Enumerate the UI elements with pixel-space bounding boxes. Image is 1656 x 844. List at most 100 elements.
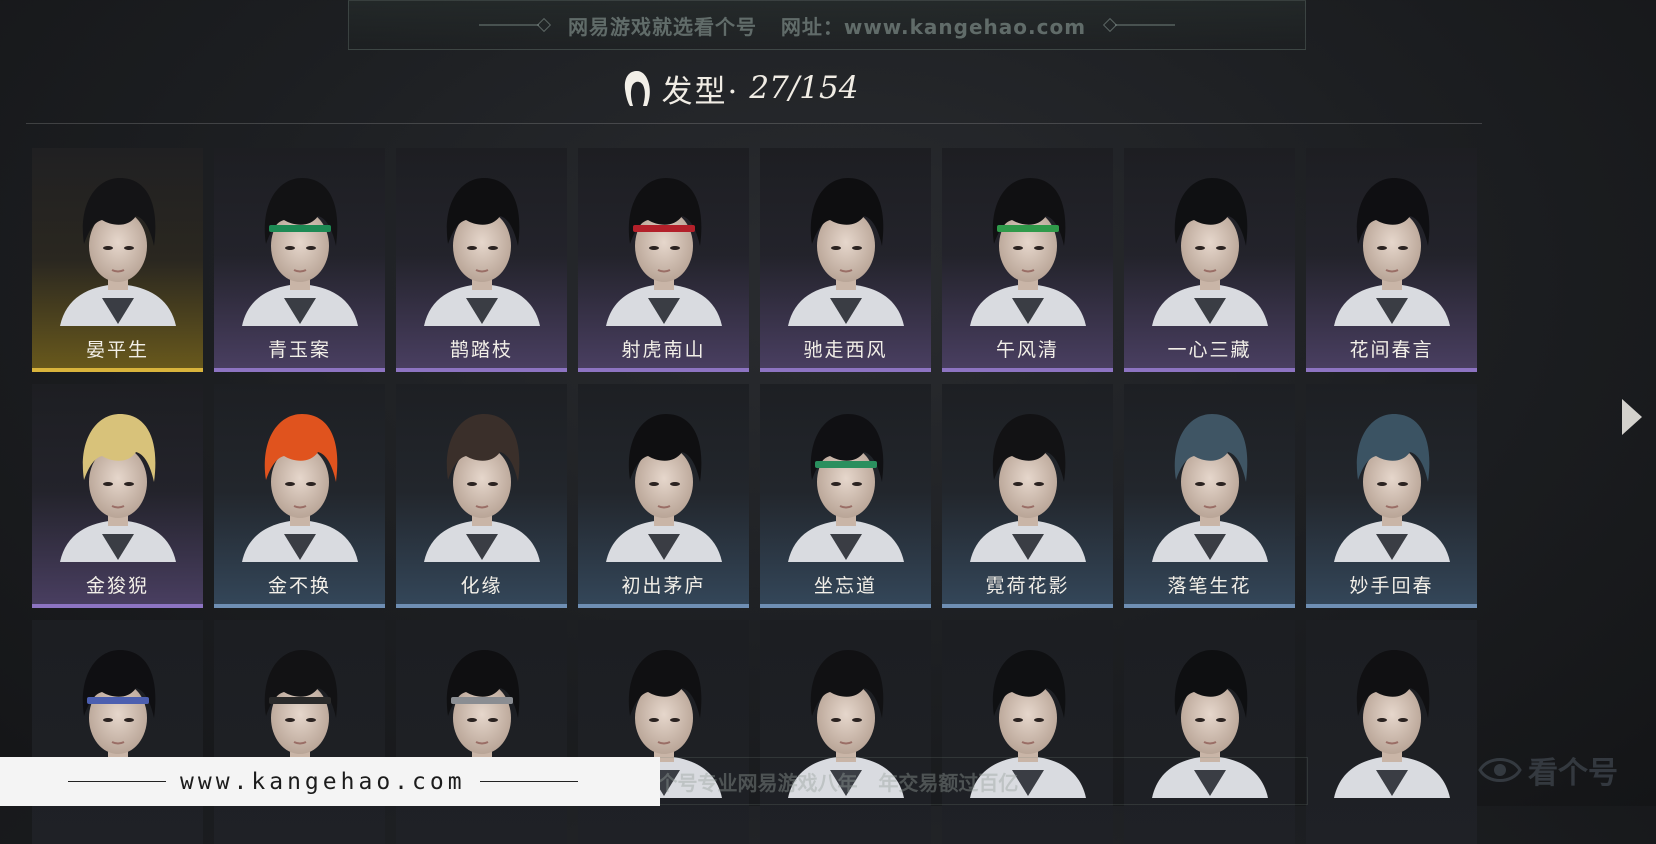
logo-text: 看个号 — [1528, 756, 1618, 791]
brand-logo: 看个号 — [1478, 745, 1648, 795]
character-portrait — [1334, 178, 1450, 326]
character-portrait — [424, 414, 540, 562]
hairstyle-card[interactable] — [32, 620, 203, 844]
rarity-bar — [1124, 840, 1295, 844]
character-portrait — [60, 178, 176, 326]
next-page-button[interactable] — [1618, 395, 1646, 439]
hairstyle-card[interactable] — [214, 620, 385, 844]
banner-ornament-left — [479, 24, 539, 26]
hairstyle-card[interactable]: 青玉案 — [214, 148, 385, 372]
hairstyle-name: 驰走西风 — [803, 339, 888, 361]
watermark-banner: 网易游戏就选看个号 网址：www.kangehao.com — [348, 0, 1306, 50]
hairstyle-card[interactable] — [942, 620, 1113, 844]
character-portrait — [788, 650, 904, 798]
hairstyle-name: 射虎南山 — [621, 339, 706, 361]
hairstyle-card[interactable]: 花间春言 — [1306, 148, 1477, 372]
rarity-bar — [760, 604, 931, 608]
character-portrait — [970, 178, 1086, 326]
hairstyle-card[interactable] — [760, 620, 931, 844]
hairstyle-card[interactable]: 一心三藏 — [1124, 148, 1295, 372]
hairstyle-name: 晏平生 — [85, 339, 149, 361]
hairstyle-name: 坐忘道 — [813, 575, 877, 597]
rarity-bar — [942, 604, 1113, 608]
rarity-bar — [214, 604, 385, 608]
character-portrait — [606, 414, 722, 562]
hairstyle-name: 落笔生花 — [1167, 575, 1252, 597]
character-portrait — [788, 414, 904, 562]
hairstyle-card[interactable] — [1124, 620, 1295, 844]
rarity-bar — [578, 368, 749, 372]
hairstyle-name: 妙手回春 — [1349, 575, 1434, 597]
hairstyle-name: 花间春言 — [1349, 339, 1434, 361]
character-portrait — [1334, 414, 1450, 562]
hairstyle-card[interactable]: 晏平生 — [32, 148, 203, 372]
page-title: 发型· 27/154 — [0, 64, 1480, 112]
rarity-bar — [942, 368, 1113, 372]
banner-text: 网易游戏就选看个号 网址：www.kangehao.com — [567, 14, 1087, 39]
character-portrait — [1152, 650, 1268, 798]
hairstyle-name: 鹊踏枝 — [449, 339, 513, 361]
title-divider — [26, 123, 1482, 124]
character-portrait — [1152, 178, 1268, 326]
rarity-bar — [32, 368, 203, 372]
hairstyle-card[interactable]: 化缘 — [396, 384, 567, 608]
rarity-bar — [1306, 840, 1477, 844]
rarity-bar — [1306, 368, 1477, 372]
hairstyle-card[interactable]: 驰走西风 — [760, 148, 931, 372]
hairstyle-card[interactable]: 射虎南山 — [578, 148, 749, 372]
hairstyle-name: 金不换 — [267, 575, 331, 597]
hairstyle-name: 一心三藏 — [1167, 339, 1252, 361]
rarity-bar — [760, 840, 931, 844]
footer-url: www.kangehao.com — [180, 768, 466, 795]
banner-diamond-left — [536, 17, 552, 33]
hairstyle-card[interactable] — [396, 620, 567, 844]
hairstyle-card[interactable]: 鹊踏枝 — [396, 148, 567, 372]
footer-line-right — [479, 780, 578, 783]
hairstyle-card[interactable]: 金不换 — [214, 384, 385, 608]
character-portrait — [242, 414, 358, 562]
hairstyle-count: 27/154 — [749, 70, 859, 106]
footer-line-left — [68, 780, 166, 783]
hairstyle-card[interactable]: 霓荷花影 — [942, 384, 1113, 608]
hairstyle-name: 霓荷花影 — [985, 575, 1070, 597]
rarity-bar — [214, 368, 385, 372]
hairstyle-name: 青玉案 — [267, 339, 331, 361]
hairstyle-name: 金狻猊 — [85, 575, 149, 597]
character-portrait — [242, 178, 358, 326]
character-portrait — [1334, 650, 1450, 798]
hairstyle-card[interactable]: 妙手回春 — [1306, 384, 1477, 608]
footer-url-strip: www.kangehao.com — [0, 757, 660, 806]
rarity-bar — [32, 604, 203, 608]
character-portrait — [970, 414, 1086, 562]
hairstyle-name: 初出茅庐 — [621, 575, 706, 597]
banner-ornament-right — [1115, 24, 1175, 26]
character-portrait — [788, 178, 904, 326]
rarity-bar — [396, 368, 567, 372]
character-portrait — [1152, 414, 1268, 562]
character-portrait — [970, 650, 1086, 798]
hairstyle-card[interactable] — [1306, 620, 1477, 844]
rarity-bar — [396, 840, 567, 844]
rarity-bar — [578, 604, 749, 608]
rarity-bar — [760, 368, 931, 372]
title-label: 发型· — [661, 73, 740, 110]
rarity-bar — [942, 840, 1113, 844]
hairstyle-card[interactable]: 初出茅庐 — [578, 384, 749, 608]
eye-logo-icon — [1478, 758, 1522, 782]
rarity-bar — [1306, 604, 1477, 608]
rarity-bar — [214, 840, 385, 844]
rarity-bar — [396, 604, 567, 608]
chevron-right-icon — [1622, 399, 1642, 435]
hair-icon — [622, 69, 652, 107]
rarity-bar — [1124, 604, 1295, 608]
hairstyle-name: 化缘 — [460, 575, 503, 597]
rarity-bar — [32, 840, 203, 844]
hairstyle-card[interactable]: 金狻猊 — [32, 384, 203, 608]
hairstyle-name: 午风清 — [995, 339, 1059, 361]
hairstyle-card[interactable]: 落笔生花 — [1124, 384, 1295, 608]
rarity-bar — [1124, 368, 1295, 372]
character-portrait — [424, 178, 540, 326]
hairstyle-card[interactable]: 坐忘道 — [760, 384, 931, 608]
hairstyle-card[interactable]: 午风清 — [942, 148, 1113, 372]
hairstyle-card[interactable] — [578, 620, 749, 844]
